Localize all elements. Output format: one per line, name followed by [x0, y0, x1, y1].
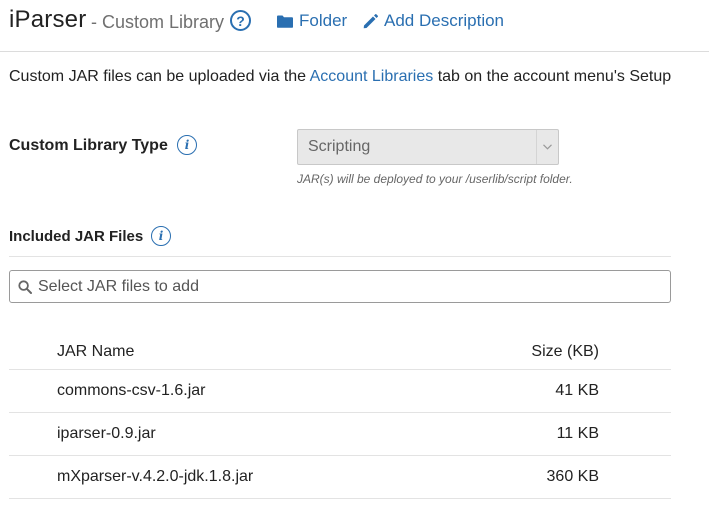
app-title: iParser: [9, 6, 87, 33]
custom-library-page: iParser - Custom Library ? Folder Add De…: [0, 0, 709, 509]
library-type-helper: JAR(s) will be deployed to your /userlib…: [297, 172, 573, 186]
library-type-select[interactable]: Scripting: [297, 129, 559, 165]
jar-files-table: JAR Name Size (KB) commons-csv-1.6.jar 4…: [9, 328, 671, 499]
table-row[interactable]: mXparser-v.4.2.0-jdk.1.8.jar 360 KB: [9, 456, 671, 499]
info-prefix: Custom JAR files can be uploaded via the: [9, 68, 310, 85]
jar-name-cell: iparser-0.9.jar: [57, 425, 156, 442]
column-header-size[interactable]: Size (KB): [531, 343, 599, 361]
page-subtitle: - Custom Library: [91, 12, 225, 32]
add-description-label: Add Description: [384, 11, 505, 30]
chevron-down-icon: [536, 130, 558, 164]
library-type-label: Custom Library Type: [9, 137, 168, 154]
jar-size-cell: 11 KB: [556, 425, 599, 442]
account-libraries-link[interactable]: Account Libraries: [310, 68, 434, 85]
folder-button[interactable]: Folder: [277, 11, 347, 31]
jar-name-cell: commons-csv-1.6.jar: [57, 382, 206, 399]
upload-info-text: Custom JAR files can be uploaded via the…: [9, 68, 671, 86]
jar-search-field[interactable]: [9, 270, 671, 303]
folder-icon: [277, 15, 293, 28]
section-divider: [9, 256, 671, 257]
add-description-button[interactable]: Add Description: [363, 11, 504, 31]
pencil-icon: [363, 13, 378, 28]
folder-label: Folder: [299, 11, 348, 30]
info-icon[interactable]: i: [151, 226, 171, 246]
jar-size-cell: 360 KB: [546, 468, 599, 485]
table-row[interactable]: commons-csv-1.6.jar 41 KB: [9, 370, 671, 413]
jar-size-cell: 41 KB: [555, 382, 599, 399]
included-jar-title: Included JAR Files: [9, 228, 144, 245]
library-type-value: Scripting: [308, 138, 371, 155]
info-icon[interactable]: i: [177, 135, 197, 155]
info-suffix: tab on the account menu's Setup: [433, 68, 672, 85]
jar-name-cell: mXparser-v.4.2.0-jdk.1.8.jar: [57, 468, 254, 485]
jar-search-input[interactable]: [38, 277, 638, 296]
table-header: JAR Name Size (KB): [9, 328, 671, 370]
help-icon[interactable]: ?: [230, 10, 251, 31]
page-header: iParser - Custom Library ? Folder Add De…: [0, 0, 709, 52]
table-row[interactable]: iparser-0.9.jar 11 KB: [9, 413, 671, 456]
search-icon: [18, 279, 32, 294]
column-header-name[interactable]: JAR Name: [57, 343, 134, 361]
